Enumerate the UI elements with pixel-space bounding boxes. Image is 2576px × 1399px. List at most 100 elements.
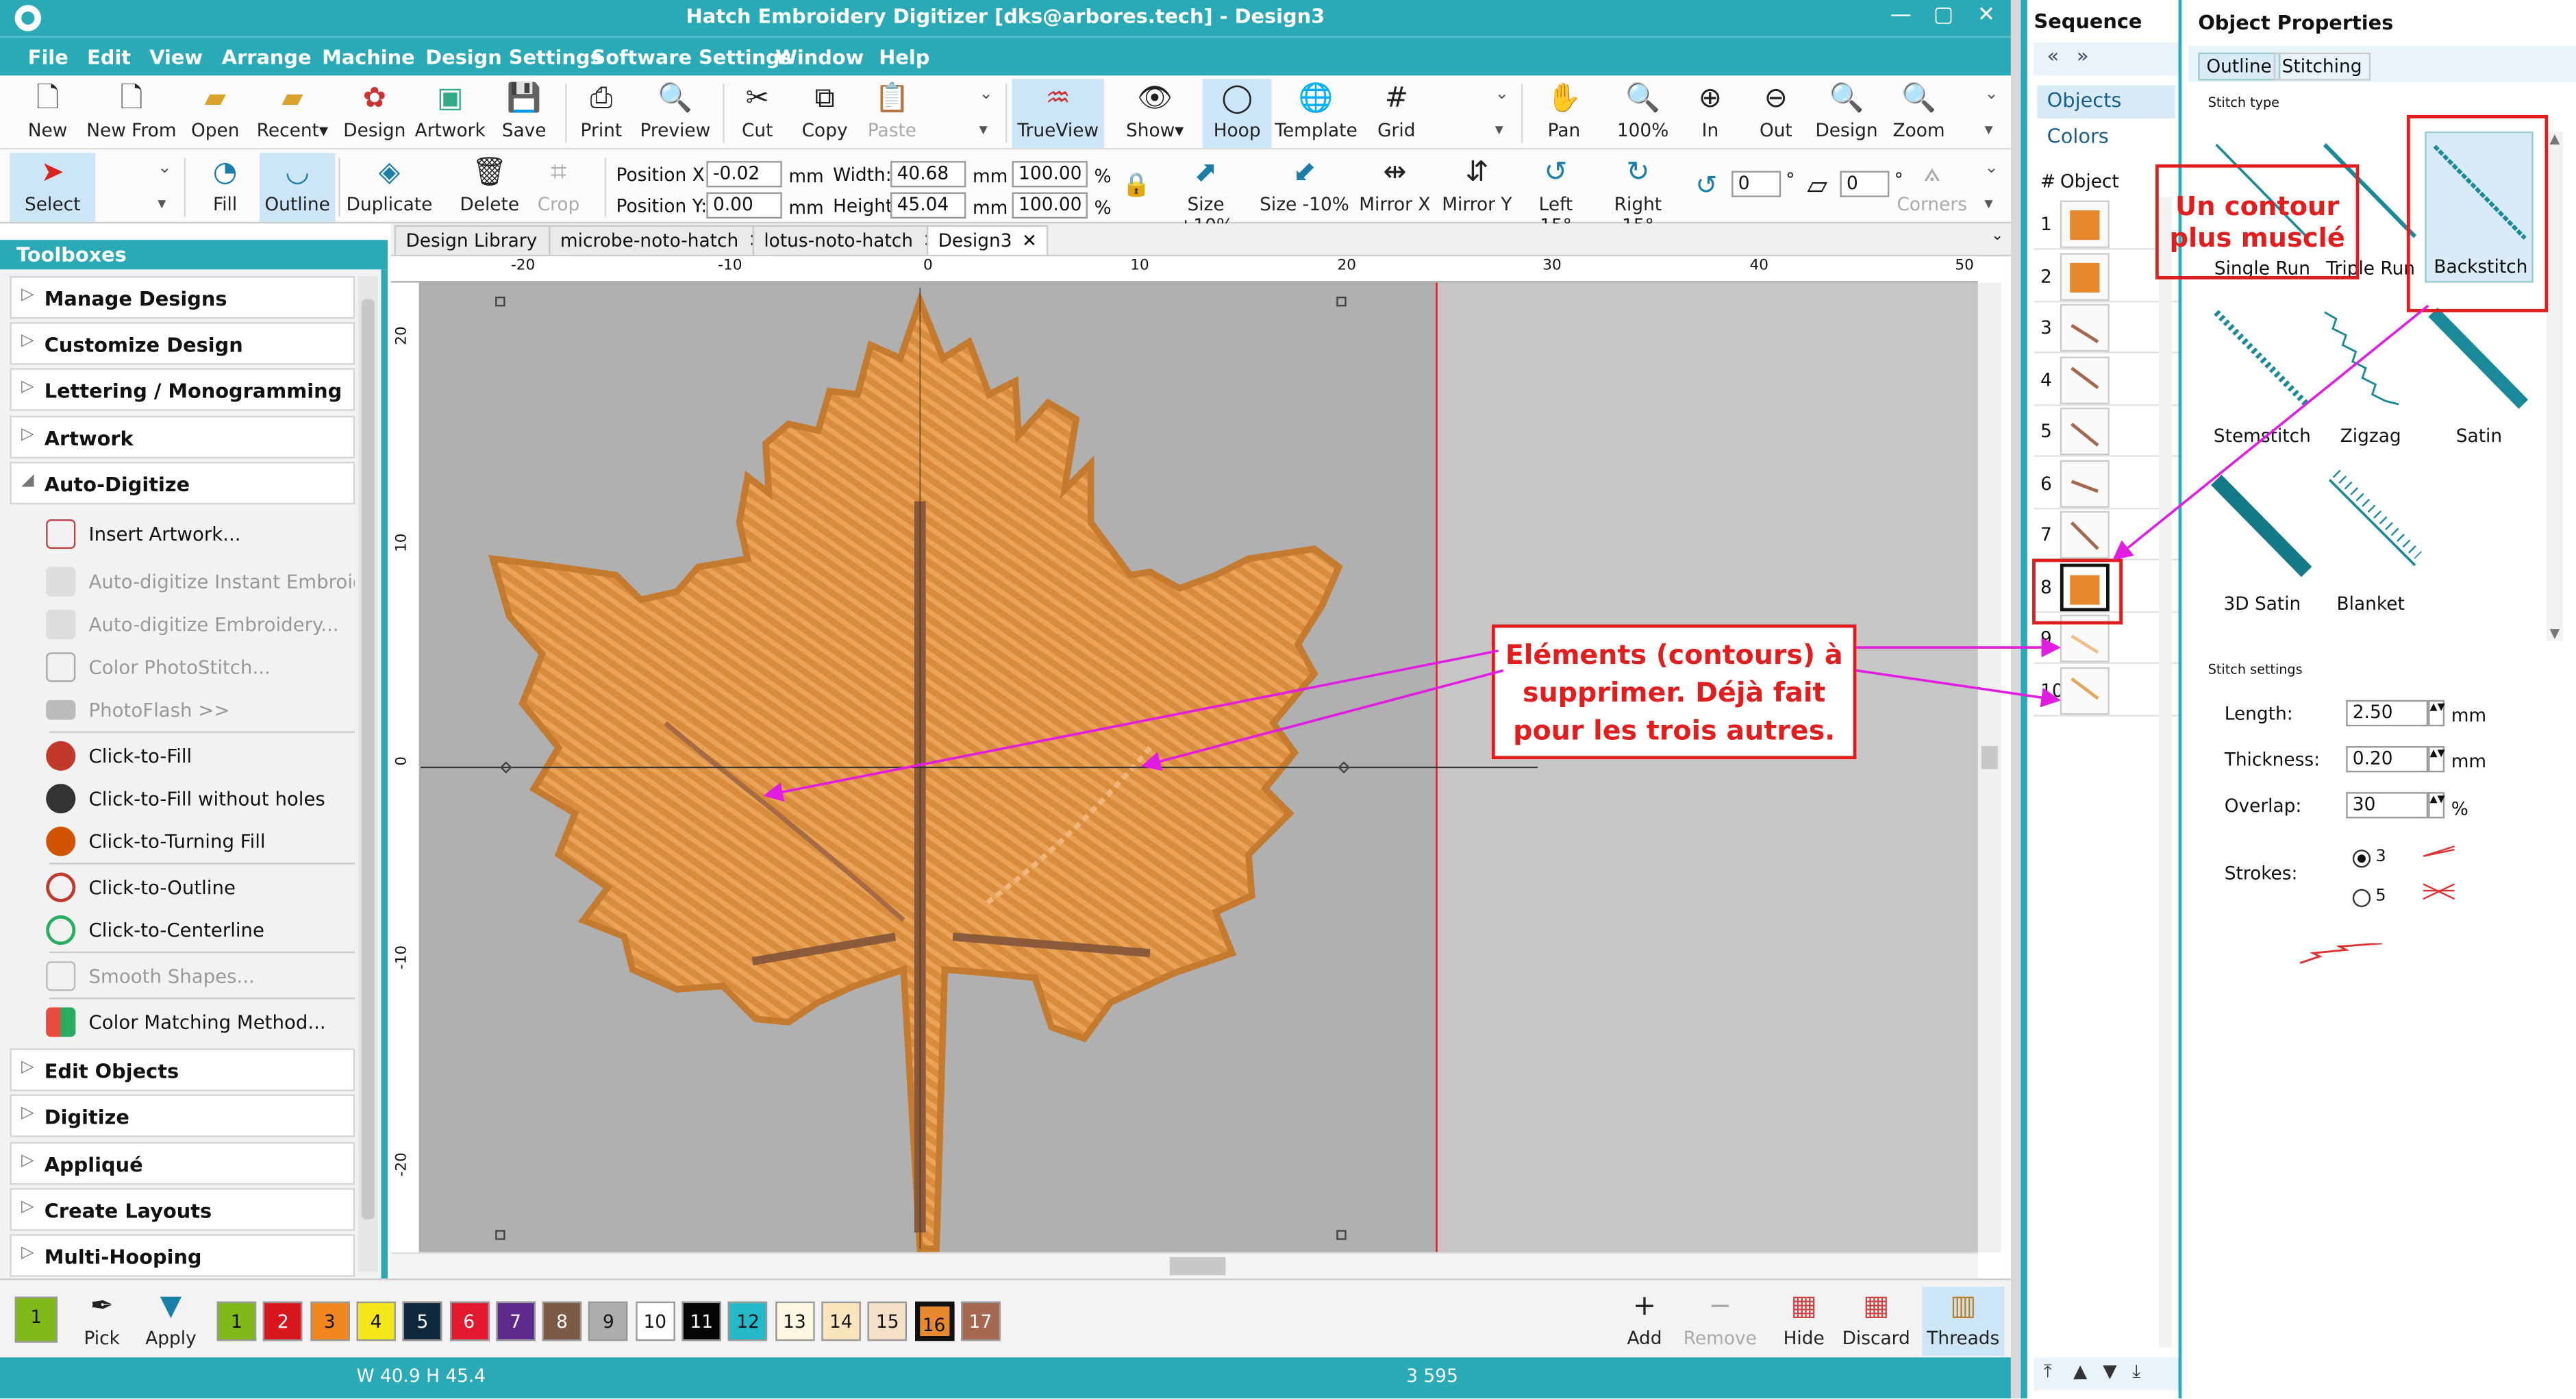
menu-view[interactable]: View: [149, 46, 203, 69]
stitch-3d-satin[interactable]: 3D Satin: [2208, 467, 2316, 618]
rotate-left-button[interactable]: ↺Left 15°: [1521, 153, 1590, 237]
strokes-5-radio[interactable]: [2352, 889, 2371, 908]
cut-button[interactable]: ✂ Cut: [729, 79, 786, 148]
menu-software-settings[interactable]: Software Settings: [591, 46, 791, 69]
tab-design-library[interactable]: Design Library✕: [394, 225, 574, 255]
menu-edit[interactable]: Edit: [87, 46, 131, 69]
color-swatch[interactable]: 1: [216, 1301, 257, 1341]
discard-color-button[interactable]: ▦ Discard: [1840, 1287, 1912, 1356]
color-swatch[interactable]: 5: [403, 1301, 442, 1341]
apply-button[interactable]: ▼ Apply: [141, 1287, 200, 1356]
trueview-button[interactable]: ♒ TrueView: [1012, 79, 1104, 148]
position-x-input[interactable]: -0.02: [706, 161, 782, 188]
zoom-button[interactable]: 🔍 Zoom: [1889, 79, 1948, 148]
tabs-menu-icon[interactable]: ⌄: [1991, 228, 2003, 245]
design-canvas[interactable]: [421, 282, 2001, 1252]
color-swatch[interactable]: 15: [867, 1301, 908, 1341]
open-button[interactable]: ▰ Open: [184, 79, 247, 148]
zoom-design-button[interactable]: 🔍 Design: [1810, 79, 1883, 148]
zoom-in-button[interactable]: ⊕ In: [1682, 79, 1738, 148]
maximize-button[interactable]: ▢: [1922, 0, 1964, 36]
hide-color-button[interactable]: ▦ Hide: [1774, 1287, 1833, 1356]
smooth-shapes-item[interactable]: Smooth Shapes...: [40, 956, 355, 996]
toolbox-scrollbar[interactable]: [358, 275, 378, 1272]
lock-proportions-icon[interactable]: 🔒: [1122, 173, 1151, 199]
insert-artwork-item[interactable]: Insert Artwork...: [40, 515, 355, 554]
toolbox-lettering[interactable]: ▷ Lettering / Monogramming: [10, 368, 355, 411]
scale-width-input[interactable]: 100.00: [1012, 161, 1088, 188]
move-last-icon[interactable]: ⤓: [2132, 1361, 2140, 1384]
zoom-out-button[interactable]: ⊖ Out: [1748, 79, 1804, 148]
close-tab-icon[interactable]: ✕: [1022, 230, 1037, 251]
scale-height-input[interactable]: 100.00: [1012, 192, 1088, 219]
move-first-icon[interactable]: ⤒: [2044, 1361, 2052, 1384]
stitch-stemstitch[interactable]: Stemstitch: [2208, 299, 2316, 451]
length-input[interactable]: 2.50: [2346, 700, 2429, 727]
click-to-centerline-item[interactable]: Click-to-Centerline: [40, 911, 355, 950]
new-from-button[interactable]: 🗋 New From: [86, 79, 177, 148]
toolbox-applique[interactable]: ▷ Appliqué: [10, 1142, 355, 1185]
copy-button[interactable]: ⧉ Copy: [795, 79, 854, 148]
delete-button[interactable]: 🗑 Delete: [457, 153, 523, 222]
position-y-input[interactable]: 0.00: [706, 192, 782, 219]
sequence-back-icon[interactable]: «: [2047, 45, 2060, 68]
toolbar-overflow-icon[interactable]: ⌄ ▾: [979, 86, 993, 140]
remove-color-button[interactable]: − Remove: [1682, 1287, 1758, 1356]
recent-button[interactable]: ▰ Recent▾: [253, 79, 332, 148]
tab-stitching[interactable]: Stitching: [2273, 52, 2371, 81]
canvas-vscroll[interactable]: [1977, 282, 2001, 1252]
thickness-input[interactable]: 0.20: [2346, 745, 2429, 773]
toolbox-create-layouts[interactable]: ▷ Create Layouts: [10, 1188, 355, 1231]
color-swatch[interactable]: 13: [775, 1301, 814, 1341]
color-swatch[interactable]: 4: [356, 1301, 396, 1341]
sequence-forward-icon[interactable]: »: [2077, 45, 2089, 68]
menu-arrange[interactable]: Arrange: [222, 46, 312, 69]
length-spinner[interactable]: ▲▼: [2428, 700, 2445, 727]
color-swatch[interactable]: 16: [914, 1301, 954, 1341]
paste-button[interactable]: 📋 Paste: [861, 79, 923, 148]
auto-digitize-instant-item[interactable]: Auto-digitize Instant Embroide...: [40, 562, 355, 602]
toolbar2-overflow-icon-2[interactable]: ⌄ ▾: [1985, 160, 1999, 214]
rotate-angle-input[interactable]: 0: [1731, 171, 1781, 197]
stitch-zigzag[interactable]: Zigzag: [2316, 299, 2425, 451]
canvas-hscroll[interactable]: [390, 1252, 1978, 1279]
toolbox-multi-hooping[interactable]: ▷ Multi-Hooping: [10, 1234, 355, 1277]
pick-button[interactable]: ✒ Pick: [73, 1287, 132, 1356]
artwork-button[interactable]: ▣ Artwork: [414, 79, 486, 148]
print-button[interactable]: ⎙ Print: [572, 79, 631, 148]
height-input[interactable]: 45.04: [890, 192, 966, 219]
design-button[interactable]: ✿ Design: [338, 79, 411, 148]
sequence-objects-tab[interactable]: Objects: [2037, 85, 2175, 119]
color-swatch[interactable]: 7: [495, 1301, 536, 1341]
stitch-satin[interactable]: Satin: [2425, 299, 2533, 451]
click-to-turning-fill-item[interactable]: Click-to-Turning Fill: [40, 821, 355, 861]
rotate-right-button[interactable]: ↻Right 15°: [1597, 153, 1679, 237]
color-swatch[interactable]: 2: [263, 1301, 303, 1341]
color-swatch[interactable]: 8: [542, 1301, 582, 1341]
grid-button[interactable]: # Grid: [1367, 79, 1426, 148]
click-to-fill-no-holes-item[interactable]: Click-to-Fill without holes: [40, 779, 355, 819]
move-up-icon[interactable]: ▲: [2073, 1361, 2087, 1382]
move-down-icon[interactable]: ▼: [2103, 1361, 2116, 1382]
color-swatch[interactable]: 6: [449, 1301, 489, 1341]
sequence-colors-tab[interactable]: Colors: [2037, 121, 2118, 151]
pan-button[interactable]: ✋ Pan: [1534, 79, 1593, 148]
strokes-3-radio[interactable]: [2352, 850, 2371, 868]
menu-help[interactable]: Help: [879, 46, 929, 69]
click-to-outline-item[interactable]: Click-to-Outline: [40, 867, 355, 907]
color-swatch[interactable]: 11: [681, 1301, 721, 1341]
toolbar2-overflow-icon[interactable]: ⌄ ▾: [158, 160, 171, 214]
toolbox-edit-objects[interactable]: ▷ Edit Objects: [10, 1048, 355, 1091]
sequence-scroll[interactable]: [2158, 197, 2172, 1348]
zoom-100-button[interactable]: 🔍 100%: [1610, 79, 1676, 148]
toolbar-overflow-icon-3[interactable]: ⌄ ▾: [1985, 86, 1999, 140]
menu-machine[interactable]: Machine: [322, 46, 415, 69]
mirror-y-button[interactable]: ⇵ Mirror Y: [1439, 153, 1514, 222]
close-window-button[interactable]: ✕: [1965, 0, 2008, 36]
stitch-blanket[interactable]: Blanket: [2316, 467, 2425, 618]
toolbox-auto-digitize[interactable]: ◢ Auto-Digitize: [10, 462, 355, 505]
add-color-button[interactable]: + Add: [1616, 1287, 1673, 1356]
outline-button[interactable]: ◡ Outline: [259, 153, 336, 222]
width-input[interactable]: 40.68: [890, 161, 966, 188]
show-button[interactable]: 👁 Show▾: [1117, 79, 1192, 148]
